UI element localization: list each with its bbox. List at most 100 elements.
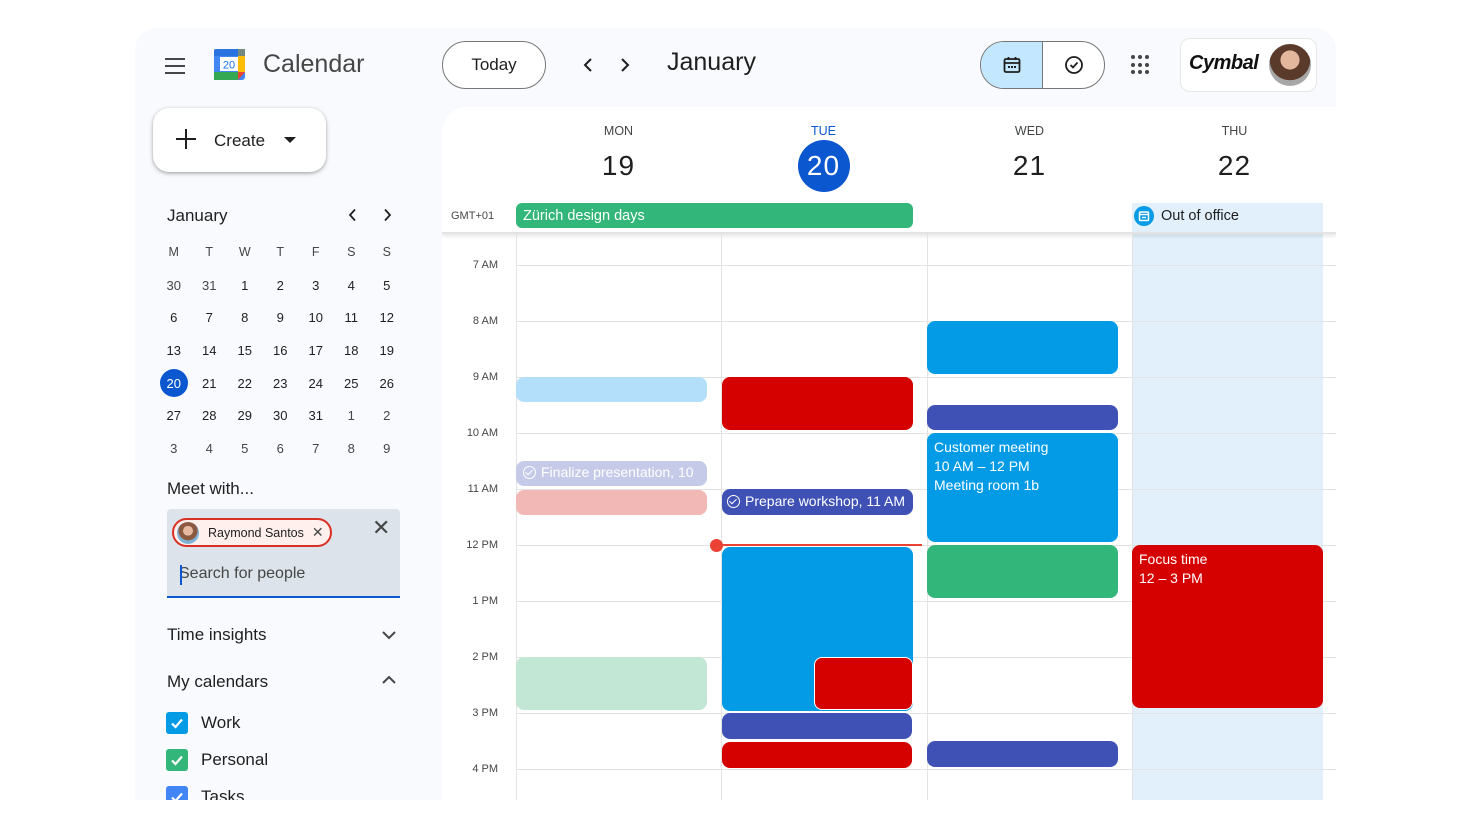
mini-calendar-day[interactable]: 17	[298, 334, 334, 367]
clear-meet-with-icon[interactable]: ✕	[372, 515, 390, 541]
event-customer-meeting[interactable]: Customer meeting 10 AM – 12 PM Meeting r…	[927, 433, 1118, 542]
calendar-view-button[interactable]	[981, 42, 1043, 88]
event-block[interactable]	[927, 405, 1118, 430]
chevron-up-icon[interactable]	[380, 674, 398, 686]
personal-checkbox[interactable]	[166, 749, 188, 771]
mini-calendar-day[interactable]: 24	[298, 367, 334, 400]
my-calendars-toggle[interactable]: My calendars	[167, 672, 268, 692]
mini-calendar-day[interactable]: 9	[369, 432, 405, 465]
day-date[interactable]: 21	[1004, 140, 1056, 192]
day-date[interactable]: 20	[797, 140, 850, 192]
chevron-down-icon[interactable]	[380, 629, 398, 641]
mini-calendar-day[interactable]: 3	[298, 269, 334, 302]
mini-calendar-day[interactable]: 12	[369, 301, 405, 334]
mini-day-number: 3	[312, 277, 320, 293]
event-focus-time[interactable]: Focus time 12 – 3 PM	[1132, 545, 1323, 708]
mini-calendar-day[interactable]: 6	[156, 301, 192, 334]
mini-calendar-day[interactable]: 15	[227, 334, 263, 367]
calendar-item-work[interactable]: Work	[166, 712, 240, 734]
time-grid[interactable]: 7 AM 8 AM 9 AM 10 AM 11 AM 12 PM 1 PM 2 …	[442, 234, 1336, 800]
google-apps-icon[interactable]	[1131, 55, 1151, 75]
mini-calendar-day[interactable]: 20	[156, 367, 192, 400]
mini-calendar-day[interactable]: 30	[156, 269, 192, 302]
mini-calendar-day[interactable]: 2	[263, 269, 299, 302]
today-button[interactable]: Today	[442, 41, 546, 89]
mini-calendar-day[interactable]: 19	[369, 334, 405, 367]
mini-calendar-day[interactable]: 1	[334, 399, 370, 432]
calendar-item-personal[interactable]: Personal	[166, 749, 268, 771]
day-date[interactable]: 22	[1209, 140, 1261, 192]
meet-with-field[interactable]: Raymond Santos ✕ ✕	[167, 509, 400, 598]
event-block[interactable]	[722, 377, 913, 430]
mini-calendar-day[interactable]: 31	[298, 399, 334, 432]
mini-calendar-day[interactable]: 31	[192, 269, 228, 302]
mini-day-number: 12	[379, 310, 394, 326]
event-block[interactable]	[927, 321, 1118, 374]
mini-calendar-day[interactable]: 18	[334, 334, 370, 367]
event-block[interactable]	[927, 545, 1118, 598]
mini-calendar-day[interactable]: 4	[334, 269, 370, 302]
all-day-event-out-of-office[interactable]: Out of office	[1132, 203, 1323, 228]
mini-calendar-day[interactable]: 27	[156, 399, 192, 432]
calendar-item-tasks[interactable]: Tasks	[166, 786, 244, 800]
event-block[interactable]	[814, 657, 913, 710]
previous-week-button[interactable]	[578, 54, 598, 76]
account-avatar[interactable]	[1269, 44, 1311, 86]
mini-calendar-next-button[interactable]	[379, 206, 395, 224]
mini-calendar-day[interactable]: 4	[192, 432, 228, 465]
tasks-view-button[interactable]	[1043, 42, 1104, 88]
mini-calendar-day[interactable]: 1	[227, 269, 263, 302]
task-finalize-presentation[interactable]: Finalize presentation, 10	[516, 461, 707, 486]
all-day-event-zurich[interactable]: Zürich design days	[516, 203, 913, 228]
mini-calendar-day[interactable]: 7	[192, 301, 228, 334]
mini-calendar-day[interactable]: 3	[156, 432, 192, 465]
mini-calendar-day[interactable]: 26	[369, 367, 405, 400]
event-block[interactable]	[516, 490, 707, 515]
mini-calendar-day[interactable]: 8	[334, 432, 370, 465]
current-time-dot	[710, 539, 723, 552]
event-block[interactable]	[722, 742, 912, 768]
day-header-mon[interactable]: MON 19	[516, 107, 721, 201]
search-people-input[interactable]	[179, 565, 379, 583]
main-menu-button[interactable]	[157, 52, 193, 80]
mini-calendar-day[interactable]: 10	[298, 301, 334, 334]
remove-person-icon[interactable]: ✕	[312, 524, 324, 541]
mini-calendar-day[interactable]: 16	[263, 334, 299, 367]
event-block[interactable]	[516, 657, 707, 710]
time-insights-toggle[interactable]: Time insights	[167, 625, 267, 645]
day-header-thu[interactable]: THU 22	[1132, 107, 1336, 201]
mini-calendar-day[interactable]: 6	[263, 432, 299, 465]
mini-calendar-day[interactable]: 13	[156, 334, 192, 367]
mini-calendar-day[interactable]: 23	[263, 367, 299, 400]
mini-calendar-day[interactable]: 22	[227, 367, 263, 400]
mini-calendar-day[interactable]: 29	[227, 399, 263, 432]
account-switcher[interactable]: Cymbal	[1180, 38, 1317, 92]
mini-calendar-day[interactable]: 21	[192, 367, 228, 400]
mini-calendar-day[interactable]: 30	[263, 399, 299, 432]
task-check-icon	[523, 466, 536, 479]
day-header-tue[interactable]: TUE 20	[721, 107, 926, 201]
mini-calendar-day[interactable]: 5	[369, 269, 405, 302]
mini-calendar-day[interactable]: 28	[192, 399, 228, 432]
mini-calendar-day[interactable]: 5	[227, 432, 263, 465]
day-date[interactable]: 19	[593, 140, 645, 192]
task-prepare-workshop[interactable]: Prepare workshop, 11 AM	[722, 489, 913, 515]
event-block[interactable]	[516, 377, 707, 402]
next-week-button[interactable]	[615, 54, 635, 76]
mini-day-number: 7	[205, 310, 213, 326]
event-block[interactable]	[722, 713, 912, 739]
mini-calendar-day[interactable]: 25	[334, 367, 370, 400]
mini-calendar-day[interactable]: 8	[227, 301, 263, 334]
mini-calendar-day[interactable]: 7	[298, 432, 334, 465]
tasks-checkbox[interactable]	[166, 786, 188, 800]
mini-calendar-day[interactable]: 9	[263, 301, 299, 334]
mini-calendar-prev-button[interactable]	[344, 206, 360, 224]
create-button[interactable]: Create	[153, 108, 326, 172]
person-chip[interactable]: Raymond Santos ✕	[172, 518, 332, 547]
mini-calendar-day[interactable]: 14	[192, 334, 228, 367]
day-header-wed[interactable]: WED 21	[927, 107, 1132, 201]
mini-calendar-day[interactable]: 2	[369, 399, 405, 432]
mini-calendar-day[interactable]: 11	[334, 301, 370, 334]
event-block[interactable]	[927, 741, 1118, 767]
work-checkbox[interactable]	[166, 712, 188, 734]
